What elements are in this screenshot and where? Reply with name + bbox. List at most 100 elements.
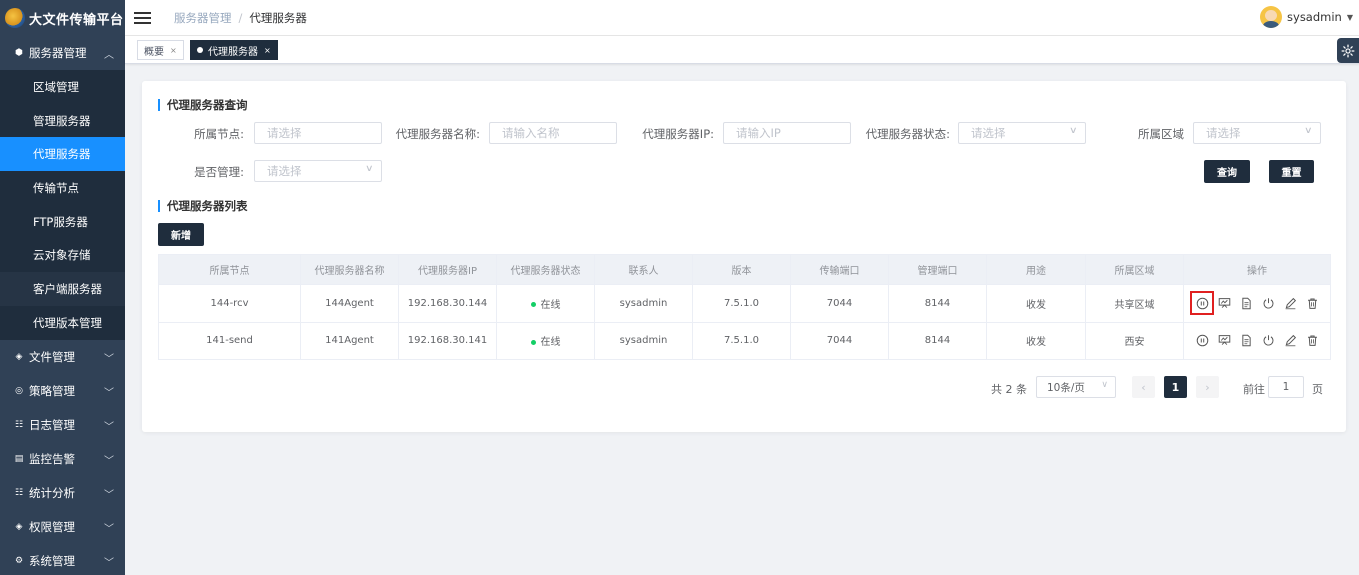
chevron-down-icon: ﹀ — [104, 455, 114, 467]
cell-manage-port: 8144 — [888, 321, 987, 360]
sidebar-item-client-server[interactable]: 客户端服务器 — [0, 272, 125, 306]
breadcrumb-separator: / — [238, 10, 243, 25]
region-label: 所属区域 — [1138, 127, 1184, 141]
goto-page-input[interactable]: 1 — [1268, 376, 1304, 398]
table-row: 144-rcv 144Agent 192.168.30.144 在线 sysad… — [158, 284, 1331, 323]
cell-operations — [1183, 284, 1331, 323]
sidebar-item-label: 代理版本管理 — [33, 315, 102, 330]
prev-page-button[interactable]: ‹ — [1132, 376, 1155, 398]
sidebar-item-label: 管理服务器 — [33, 113, 91, 128]
ip-input[interactable]: 请输入IP — [723, 122, 851, 144]
cell-region: 共享区域 — [1085, 284, 1184, 323]
menu-group-label: 日志管理 — [29, 417, 75, 432]
pause-icon[interactable] — [1190, 291, 1214, 316]
menu-group-statistics[interactable]: ☷ 统计分析 ﹀ — [0, 476, 125, 510]
close-icon[interactable]: × — [264, 46, 271, 55]
chevron-left-icon: ‹ — [1141, 380, 1146, 394]
col-usage: 用途 — [986, 254, 1086, 285]
menu-group-file-management[interactable]: ◈ 文件管理 ﹀ — [0, 340, 125, 374]
cell-node: 144-rcv — [158, 284, 301, 323]
document-icon[interactable] — [1238, 333, 1254, 349]
delete-icon[interactable] — [1304, 295, 1320, 311]
edit-icon[interactable] — [1282, 295, 1298, 311]
monitor-icon: ▤ — [14, 453, 24, 464]
app-logo[interactable]: 大文件传输平台 — [0, 0, 125, 36]
chevron-right-icon: › — [1205, 380, 1210, 394]
col-ip: 代理服务器IP — [398, 254, 497, 285]
sidebar-item-proxy-server[interactable]: 代理服务器 — [0, 137, 125, 172]
sidebar-item-label: 云对象存储 — [33, 248, 91, 263]
settings-gear-button[interactable] — [1337, 38, 1359, 63]
user-menu[interactable]: sysadmin ▼ — [1260, 6, 1353, 28]
status-label: 代理服务器状态: — [865, 127, 950, 141]
power-icon[interactable] — [1260, 333, 1276, 349]
sidebar-item-cloud-storage[interactable]: 云对象存储 — [0, 238, 125, 272]
placeholder: 请输入名称 — [502, 126, 560, 140]
page-size-select[interactable]: 10条/页 ∨ — [1036, 376, 1116, 398]
main-card: 代理服务器查询 所属节点: 请选择 代理服务器名称: 请输入名称 代理服务器IP… — [142, 81, 1346, 432]
page-number-button[interactable]: 1 — [1164, 376, 1187, 398]
name-input[interactable]: 请输入名称 — [489, 122, 617, 144]
menu-group-label: 权限管理 — [29, 519, 75, 534]
sidebar-item-ftp-server[interactable]: FTP服务器 — [0, 205, 125, 239]
cell-status: 在线 — [496, 321, 595, 360]
menu-group-system[interactable]: ⚙ 系统管理 ﹀ — [0, 544, 125, 575]
goto-page-value: 1 — [1282, 381, 1290, 393]
sidebar-item-management-server[interactable]: 管理服务器 — [0, 104, 125, 138]
sidebar-item-label: FTP服务器 — [33, 214, 88, 229]
col-status: 代理服务器状态 — [496, 254, 595, 285]
chevron-down-icon: ∨ — [365, 164, 374, 174]
region-select[interactable]: 请选择 ∨ — [1193, 122, 1321, 144]
cell-node: 141-send — [158, 321, 301, 360]
monitor-chart-icon[interactable] — [1216, 333, 1232, 349]
search-button[interactable]: 查询 — [1204, 160, 1250, 183]
delete-icon[interactable] — [1304, 333, 1320, 349]
chevron-down-icon: ∨ — [1304, 126, 1313, 136]
cell-usage: 收发 — [986, 321, 1086, 360]
placeholder: 请选择 — [267, 126, 302, 140]
monitor-chart-icon[interactable] — [1216, 295, 1232, 311]
node-label: 所属节点: — [194, 127, 244, 141]
document-icon[interactable] — [1238, 295, 1254, 311]
power-icon[interactable] — [1260, 295, 1276, 311]
cell-version: 7.5.1.0 — [692, 284, 791, 323]
chevron-down-icon: ﹀ — [104, 353, 114, 365]
sidebar-item-agent-version[interactable]: 代理版本管理 — [0, 306, 125, 340]
app-title: 大文件传输平台 — [29, 12, 124, 28]
node-select[interactable]: 请选择 — [254, 122, 382, 144]
menu-group-server-management[interactable]: ⬢ 服务器管理 ︿ — [0, 36, 125, 70]
tag-proxy-server[interactable]: 代理服务器 × — [190, 40, 278, 60]
menu-group-label: 统计分析 — [29, 485, 75, 500]
tag-overview[interactable]: 概要 × — [137, 40, 184, 60]
status-select[interactable]: 请选择 ∨ — [958, 122, 1086, 144]
sidebar-item-label: 客户端服务器 — [33, 281, 102, 296]
menu-group-monitor-alarm[interactable]: ▤ 监控告警 ﹀ — [0, 442, 125, 476]
menu-group-permission[interactable]: ◈ 权限管理 ﹀ — [0, 510, 125, 544]
goto-prefix: 前往 — [1243, 383, 1265, 396]
col-region: 所属区域 — [1085, 254, 1184, 285]
menu-group-label: 策略管理 — [29, 383, 75, 398]
sidebar-item-transfer-node[interactable]: 传输节点 — [0, 171, 125, 205]
proxy-server-table: 所属节点 代理服务器名称 代理服务器IP 代理服务器状态 联系人 版本 传输端口… — [158, 254, 1331, 360]
col-manage-port: 管理端口 — [888, 254, 987, 285]
layers-icon: ◈ — [15, 521, 23, 532]
menu-group-log-management[interactable]: ☷ 日志管理 ﹀ — [0, 408, 125, 442]
add-button[interactable]: 新增 — [158, 223, 204, 246]
table-row: 141-send 141Agent 192.168.30.141 在线 sysa… — [158, 321, 1331, 360]
reset-button[interactable]: 重置 — [1269, 160, 1314, 183]
edit-icon[interactable] — [1282, 333, 1298, 349]
managed-select[interactable]: 请选择 ∨ — [254, 160, 382, 182]
close-icon[interactable]: × — [170, 46, 177, 55]
table-header-row: 所属节点 代理服务器名称 代理服务器IP 代理服务器状态 联系人 版本 传输端口… — [158, 254, 1331, 285]
name-label: 代理服务器名称: — [395, 127, 480, 141]
chevron-down-icon: ﹀ — [104, 421, 114, 433]
sidebar-item-region-management[interactable]: 区域管理 — [0, 70, 125, 104]
pause-icon[interactable] — [1194, 333, 1210, 349]
breadcrumb-item[interactable]: 服务器管理 — [174, 11, 232, 25]
menu-group-strategy-management[interactable]: ◎ 策略管理 ﹀ — [0, 374, 125, 408]
sidebar-item-label: 区域管理 — [33, 79, 79, 94]
next-page-button[interactable]: › — [1196, 376, 1219, 398]
avatar — [1260, 6, 1283, 28]
hamburger-menu-icon[interactable] — [134, 9, 151, 27]
chevron-down-icon: ∨ — [1069, 126, 1078, 136]
